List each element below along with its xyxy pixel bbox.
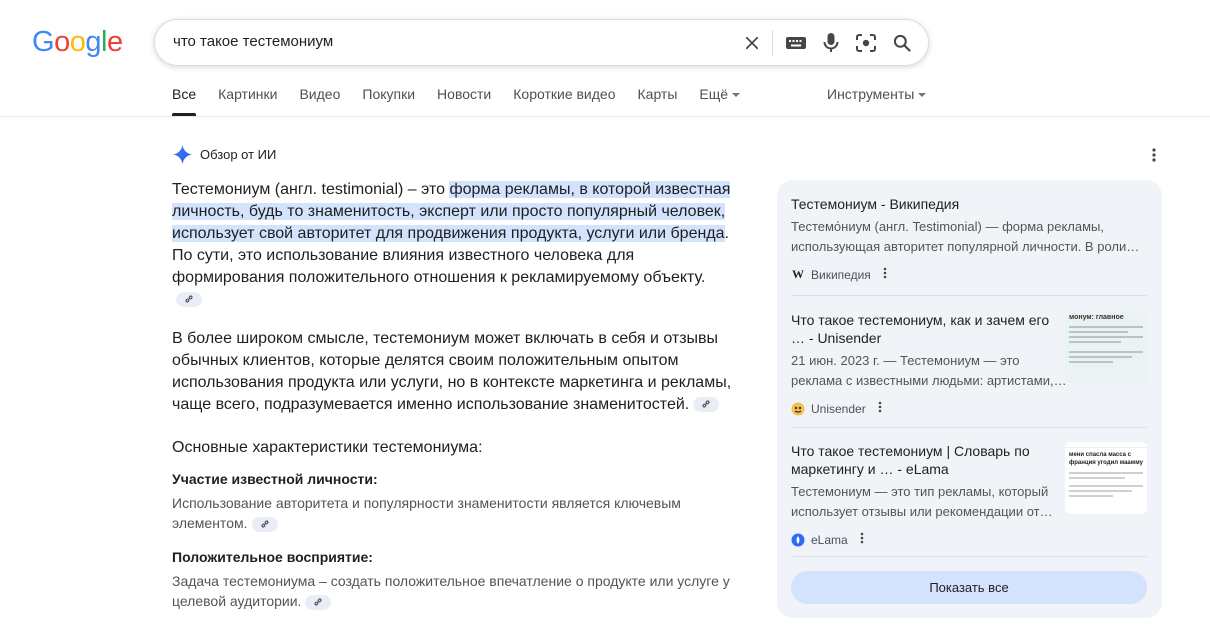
source-site-name: eLama <box>811 532 848 547</box>
tools-button[interactable]: Инструменты <box>827 86 927 102</box>
tab-short-videos-label: Короткие видео <box>513 86 616 102</box>
source-site-name: Unisender <box>811 401 866 416</box>
tab-images-label: Картинки <box>218 86 278 102</box>
source-thumbnail[interactable]: монум: главное <box>1065 311 1147 383</box>
wikipedia-icon: W <box>792 267 804 281</box>
tab-more[interactable]: Ещё <box>699 86 741 116</box>
tab-maps[interactable]: Карты <box>638 86 678 116</box>
characteristic-text: Использование авторитета и популярности … <box>172 493 732 533</box>
source-thumbnail-text: монум: главное <box>1069 314 1124 321</box>
tab-short-videos[interactable]: Короткие видео <box>513 86 615 116</box>
logo-letter: e <box>106 26 123 58</box>
tab-more-label: Ещё <box>699 86 729 102</box>
ai-overview-header: Обзор от ИИ <box>172 144 276 165</box>
more-options-icon[interactable] <box>1148 146 1160 164</box>
source-card-wikipedia[interactable]: Тестемониум - Википедия Тестемо́ниум (ан… <box>791 195 1147 282</box>
microphone-icon[interactable] <box>819 31 843 55</box>
gemini-sparkle-icon <box>172 144 193 165</box>
characteristic-text: Задача тестемониума – создать положитель… <box>172 571 732 611</box>
source-site: eLama <box>791 532 1147 547</box>
link-icon <box>185 295 193 303</box>
source-snippet: 21 июн. 2023 г. — Тестемониум — это рекл… <box>791 353 1067 388</box>
source-more-icon[interactable] <box>860 532 864 547</box>
ai-p2-text: В более широком смысле, тестемониум може… <box>172 330 732 413</box>
source-more-icon[interactable] <box>878 401 882 416</box>
link-icon <box>702 400 710 408</box>
tab-videos-label: Видео <box>299 86 341 102</box>
source-title[interactable]: Что такое тестемониум, как и зачем его …… <box>791 311 1067 347</box>
search-divider <box>772 30 773 56</box>
characteristic-text-content: Задача тестемониума – создать положитель… <box>172 573 730 609</box>
unisender-icon <box>791 402 805 416</box>
source-snippet: Тестемониум — это тип рекламы, который и… <box>791 484 1053 519</box>
tab-news[interactable]: Новости <box>437 86 491 116</box>
source-snippet: Тестемо́ниум (англ. Testimonial) — форма… <box>791 219 1140 254</box>
tab-shopping[interactable]: Покупки <box>362 86 415 116</box>
tab-all[interactable]: Все <box>172 86 197 116</box>
source-title[interactable]: Тестемониум - Википедия <box>791 195 1147 213</box>
characteristic-title: Положительное восприятие: <box>172 549 373 565</box>
tab-news-label: Новости <box>437 86 492 102</box>
elama-icon <box>791 533 805 547</box>
logo-letter: g <box>85 26 101 58</box>
citation-link[interactable] <box>305 594 332 610</box>
ai-paragraph-1: Тестемониум (англ. testimonial) – это фо… <box>172 179 732 311</box>
chevron-down-icon <box>732 93 741 98</box>
source-more-icon[interactable] <box>883 267 887 282</box>
tab-shopping-label: Покупки <box>362 86 416 102</box>
search-tabs: Все Картинки Видео Покупки Новости Корот… <box>172 86 762 116</box>
header-divider <box>0 116 1210 117</box>
tab-images[interactable]: Картинки <box>218 86 277 116</box>
tab-maps-label: Карты <box>637 86 678 102</box>
tab-all-label: Все <box>172 86 197 102</box>
chevron-down-icon <box>918 93 927 98</box>
source-title[interactable]: Что такое тестемониум | Словарь по марке… <box>791 442 1067 478</box>
link-icon <box>260 520 269 528</box>
citation-link[interactable] <box>176 292 202 308</box>
ai-paragraph-2: В более широком смысле, тестемониум може… <box>172 328 732 416</box>
source-card-elama[interactable]: Что такое тестемониум | Словарь по марке… <box>791 442 1147 547</box>
logo-letter: o <box>54 26 70 58</box>
source-divider <box>791 556 1147 557</box>
tab-videos[interactable]: Видео <box>299 86 340 116</box>
lens-icon[interactable] <box>854 31 878 55</box>
source-thumbnail[interactable]: мени спасла масса с франция угодил маамм… <box>1065 442 1147 514</box>
source-thumbnail-text: мени спасла масса с франция угодил маамм… <box>1069 452 1143 466</box>
search-icon[interactable] <box>890 31 914 55</box>
clear-icon[interactable] <box>740 31 764 55</box>
source-site: W Википедия <box>791 267 1147 282</box>
sources-panel: Тестемониум - Википедия Тестемо́ниум (ан… <box>777 180 1162 618</box>
link-icon <box>314 598 322 606</box>
source-divider <box>791 427 1147 428</box>
citation-link[interactable] <box>251 516 278 532</box>
search-box <box>154 19 929 66</box>
characteristics-heading: Основные характеристики тестемониума: <box>172 439 483 456</box>
source-card-unisender[interactable]: Что такое тестемониум, как и зачем его …… <box>791 311 1147 416</box>
keyboard-icon[interactable] <box>784 31 808 55</box>
source-site: Unisender <box>791 401 1147 416</box>
google-logo[interactable]: Google <box>32 26 123 59</box>
ai-overview-content: Тестемониум (англ. testimonial) – это фо… <box>172 179 732 611</box>
source-site-name: Википедия <box>811 267 871 282</box>
characteristic-title: Участие известной личности: <box>172 471 378 487</box>
citation-link[interactable] <box>693 397 720 413</box>
logo-letter: G <box>32 26 55 58</box>
ai-overview-title: Обзор от ИИ <box>200 147 277 162</box>
characteristic-text-content: Использование авторитета и популярности … <box>172 495 681 531</box>
source-divider <box>791 295 1147 296</box>
logo-letter: o <box>69 26 86 58</box>
ai-p1-text: Тестемониум (англ. testimonial) – это <box>172 181 450 198</box>
tools-label: Инструменты <box>827 86 915 102</box>
show-all-button[interactable]: Показать все <box>791 571 1147 604</box>
google-logo-text: Google <box>32 26 123 59</box>
search-input[interactable] <box>173 33 733 50</box>
